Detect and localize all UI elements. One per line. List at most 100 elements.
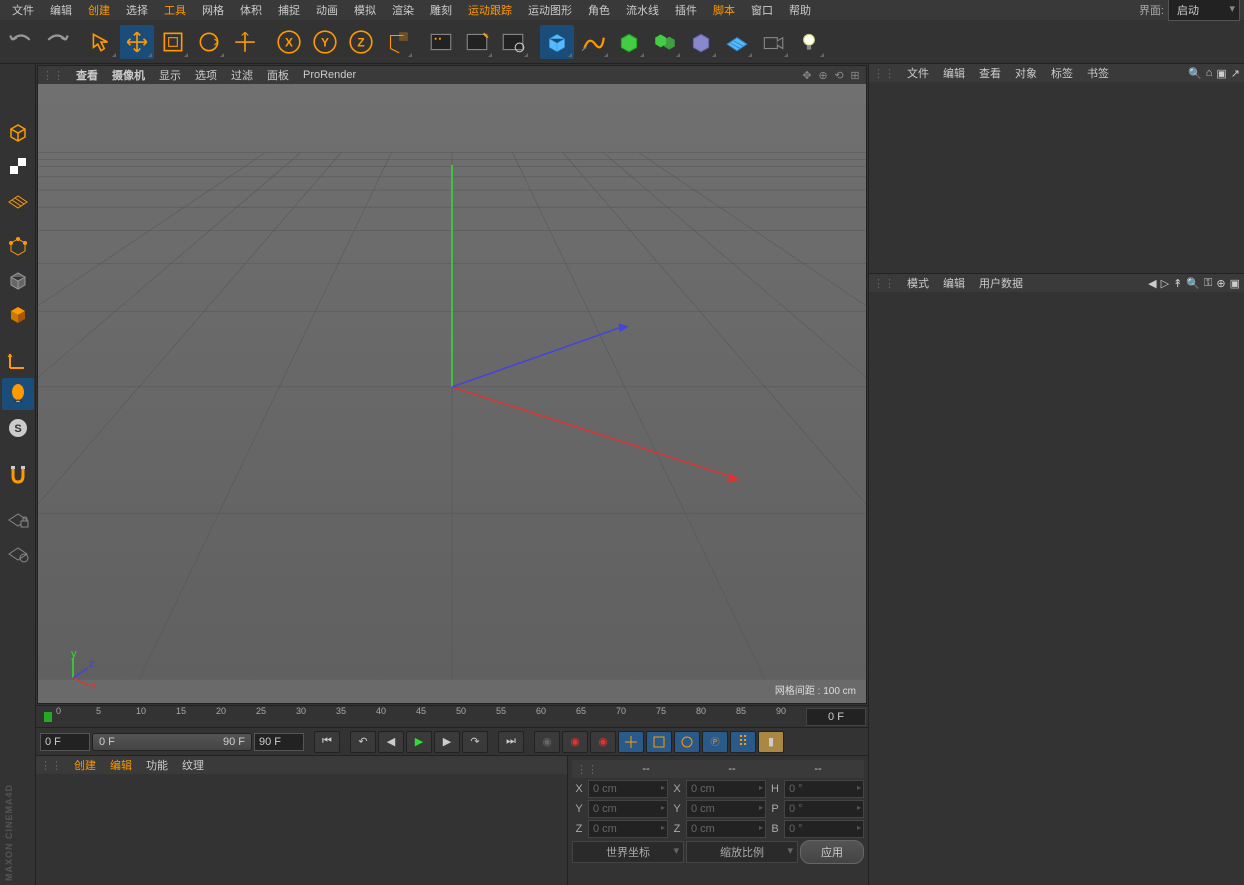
vp-prorender-menu[interactable]: ProRender (297, 68, 362, 82)
make-editable-button[interactable] (2, 116, 34, 148)
menu-volume[interactable]: 体积 (232, 0, 270, 20)
add-deformer-button[interactable] (684, 25, 718, 59)
grip-icon[interactable]: ⋮⋮ (873, 277, 895, 290)
goto-start-button[interactable]: ⏮ (314, 731, 340, 753)
key-param-button[interactable]: Ⓟ (702, 731, 728, 753)
viewport-solo-button[interactable] (2, 378, 34, 410)
object-mode-button[interactable] (2, 264, 34, 296)
frame-end-input[interactable] (254, 733, 304, 751)
vp-nav-zoom-icon[interactable]: ⊕ (816, 68, 830, 82)
grip-icon[interactable]: ⋮⋮ (873, 67, 895, 80)
play-button[interactable]: ▶ (406, 731, 432, 753)
mat-function-menu[interactable]: 功能 (140, 756, 174, 774)
menu-animate[interactable]: 动画 (308, 0, 346, 20)
menu-sculpt[interactable]: 雕刻 (422, 0, 460, 20)
coord-pos-input[interactable]: 0 cm (588, 800, 668, 818)
add-generator-button[interactable] (612, 25, 646, 59)
vp-display-menu[interactable]: 显示 (153, 66, 187, 84)
menu-script[interactable]: 脚本 (705, 0, 743, 20)
locked-workplane-button[interactable] (2, 504, 34, 536)
key-scale-button[interactable] (646, 731, 672, 753)
mat-edit-menu[interactable]: 编辑 (104, 756, 138, 774)
attr-max-icon[interactable]: ▣ (1230, 277, 1240, 290)
mat-texture-menu[interactable]: 纹理 (176, 756, 210, 774)
menu-tracking[interactable]: 运动跟踪 (460, 0, 520, 20)
vp-nav-rotate-icon[interactable]: ⟲ (832, 68, 846, 82)
obj-search-icon[interactable]: 🔍 (1188, 67, 1202, 80)
obj-edit-menu[interactable]: 编辑 (937, 64, 971, 82)
menu-create[interactable]: 创建 (80, 0, 118, 20)
frame-range-slider[interactable]: 0 F90 F (92, 733, 252, 751)
add-floor-button[interactable] (720, 25, 754, 59)
obj-bookmarks-menu[interactable]: 书签 (1081, 64, 1115, 82)
coord-pos-input[interactable]: 0 cm (588, 820, 668, 838)
mat-create-menu[interactable]: 创建 (68, 756, 102, 774)
attr-mode-menu[interactable]: 模式 (901, 274, 935, 292)
snap-button[interactable]: S (2, 412, 34, 444)
scale-button[interactable] (156, 25, 190, 59)
menu-simulate[interactable]: 模拟 (346, 0, 384, 20)
planar-workplane-button[interactable] (2, 538, 34, 570)
obj-flat-icon[interactable]: ▣ (1216, 67, 1226, 80)
add-array-button[interactable] (648, 25, 682, 59)
menu-character[interactable]: 角色 (580, 0, 618, 20)
coord-size-input[interactable]: 0 cm (686, 820, 766, 838)
menu-snap[interactable]: 捕捉 (270, 0, 308, 20)
coord-size-input[interactable]: 0 cm (686, 780, 766, 798)
timeline-ruler[interactable]: 051015202530354045505560657075808590 0 F (36, 705, 868, 727)
coord-system-select[interactable]: 世界坐标 (572, 841, 684, 863)
redo-button[interactable] (40, 25, 74, 59)
vp-panel-menu[interactable]: 面板 (261, 66, 295, 84)
axis-button[interactable] (2, 344, 34, 376)
attr-new-icon[interactable]: ⊕ (1216, 277, 1225, 290)
coord-system-button[interactable] (380, 25, 414, 59)
attr-userdata-menu[interactable]: 用户数据 (973, 274, 1029, 292)
coord-rot-input[interactable]: 0 ° (784, 780, 864, 798)
x-axis-button[interactable]: X (272, 25, 306, 59)
attr-lock-icon[interactable]: ⚿ (1204, 277, 1212, 290)
obj-home-icon[interactable]: ⌂ (1206, 67, 1213, 80)
render-view-button[interactable] (424, 25, 458, 59)
next-frame-button[interactable]: ▶ (434, 731, 460, 753)
workplane-button[interactable] (2, 184, 34, 216)
coord-rot-input[interactable]: 0 ° (784, 800, 864, 818)
menu-select[interactable]: 选择 (118, 0, 156, 20)
key-pos-button[interactable] (618, 731, 644, 753)
key-pla-button[interactable]: ⠿ (730, 731, 756, 753)
autokey-button[interactable]: ◉ (562, 731, 588, 753)
menu-render[interactable]: 渲染 (384, 0, 422, 20)
undo-button[interactable] (4, 25, 38, 59)
playhead[interactable] (44, 712, 52, 722)
add-light-button[interactable] (792, 25, 826, 59)
prev-frame-button[interactable]: ◀ (378, 731, 404, 753)
layout-select[interactable]: 启动 (1168, 0, 1240, 21)
menu-pipeline[interactable]: 流水线 (618, 0, 667, 20)
record-button[interactable]: ◉ (534, 731, 560, 753)
coord-scale-select[interactable]: 缩放比例 (686, 841, 798, 863)
obj-file-menu[interactable]: 文件 (901, 64, 935, 82)
obj-view-menu[interactable]: 查看 (973, 64, 1007, 82)
z-axis-button[interactable]: Z (344, 25, 378, 59)
frame-start-input[interactable] (40, 733, 90, 751)
goto-end-button[interactable]: ⏭ (498, 731, 524, 753)
goto-next-key-button[interactable]: ↷ (462, 731, 488, 753)
attr-fwd-icon[interactable]: ▷ (1161, 277, 1169, 290)
grip-icon[interactable]: ⋮⋮ (576, 763, 598, 776)
coord-pos-input[interactable]: 0 cm (588, 780, 668, 798)
grip-icon[interactable]: ⋮⋮ (42, 69, 64, 82)
goto-prev-key-button[interactable]: ↶ (350, 731, 376, 753)
timeline-window-button[interactable]: ▮ (758, 731, 784, 753)
attr-search-icon[interactable]: 🔍 (1186, 277, 1200, 290)
perspective-viewport[interactable]: 透视视图 (38, 84, 866, 703)
menu-tools[interactable]: 工具 (156, 0, 194, 20)
rotate-button[interactable] (192, 25, 226, 59)
obj-tags-menu[interactable]: 标签 (1045, 64, 1079, 82)
vp-options-menu[interactable]: 选项 (189, 66, 223, 84)
menu-mesh[interactable]: 网格 (194, 0, 232, 20)
coord-apply-button[interactable]: 应用 (800, 840, 864, 864)
menu-edit[interactable]: 编辑 (42, 0, 80, 20)
y-axis-button[interactable]: Y (308, 25, 342, 59)
magnet-button[interactable] (2, 458, 34, 490)
add-camera-button[interactable] (756, 25, 790, 59)
menu-help[interactable]: 帮助 (781, 0, 819, 20)
